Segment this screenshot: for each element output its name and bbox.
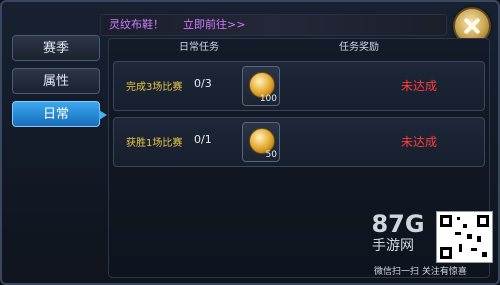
watermark-caption: 微信扫一扫 关注有惊喜 (374, 267, 467, 277)
promo-banner: 灵纹布鞋！ 立即前往>> (100, 14, 447, 36)
column-header-reward: 任务奖励 (339, 42, 379, 53)
qr-code-icon (436, 211, 493, 263)
task-progress: 0/3 (194, 77, 212, 90)
task-name: 获胜1场比赛 (126, 138, 183, 149)
task-row: 完成3场比赛 0/3 100 未达成 (113, 61, 485, 111)
promo-link[interactable]: 立即前往>> (183, 15, 245, 35)
tab-attributes-label: 属性 (42, 74, 69, 89)
reward-count: 100 (259, 94, 277, 104)
task-status: 未达成 (401, 79, 438, 93)
promo-text: 灵纹布鞋！ (109, 18, 164, 31)
task-status: 未达成 (401, 135, 438, 149)
tab-season[interactable]: 赛季 (12, 35, 100, 61)
tab-daily[interactable]: 日常 (12, 101, 107, 127)
reward-count: 50 (265, 150, 277, 160)
watermark-subtitle: 手游网 (372, 238, 414, 254)
reward-slot[interactable]: 50 (242, 122, 280, 162)
tab-season-label: 赛季 (42, 41, 69, 56)
column-header-task: 日常任务 (179, 42, 219, 53)
reward-slot[interactable]: 100 (242, 66, 280, 106)
task-row: 获胜1场比赛 0/1 50 未达成 (113, 117, 485, 167)
site-watermark: 87G 手游网 微信扫一扫 关注有惊喜 (370, 211, 493, 279)
tab-daily-label: 日常 (42, 107, 69, 122)
task-name: 完成3场比赛 (126, 82, 183, 93)
tab-attributes[interactable]: 属性 (12, 68, 100, 94)
task-progress: 0/1 (194, 133, 212, 146)
